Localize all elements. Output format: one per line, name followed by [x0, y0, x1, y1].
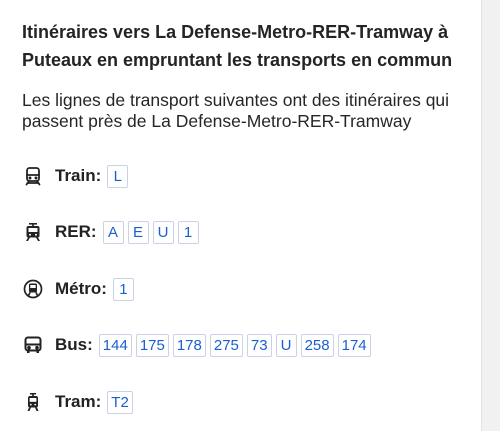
description-text: Les lignes de transport suivantes ont de… [22, 90, 450, 131]
line-badge[interactable]: A [102, 220, 124, 244]
page-title: Itinéraires vers La Defense-Metro-RER-Tr… [22, 22, 453, 70]
scrollbar[interactable] [481, 0, 500, 431]
line-badge[interactable]: 174 [337, 333, 371, 357]
train-icon [22, 165, 44, 187]
line-badge[interactable]: 258 [300, 333, 334, 357]
mode-row-metro: Métro: 1 [22, 277, 138, 301]
line-badge[interactable]: U [152, 220, 174, 244]
line-badge[interactable]: 1 [112, 277, 134, 301]
mode-row-bus: Bus: 144 175 178 275 73 U 258 174 [22, 333, 375, 357]
line-badge[interactable]: L [107, 164, 129, 188]
line-badge[interactable]: 178 [172, 333, 206, 357]
line-badge[interactable]: E [127, 220, 149, 244]
line-badge[interactable]: 144 [98, 333, 132, 357]
line-badge[interactable]: U [275, 333, 297, 357]
mode-label: Bus: [55, 335, 93, 354]
mode-row-tram: Tram: T2 [22, 390, 137, 414]
line-badge[interactable]: T2 [107, 390, 133, 414]
mode-label: RER: [55, 222, 97, 241]
mode-label: Métro: [55, 279, 107, 298]
bus-icon [22, 334, 44, 356]
metro-icon [22, 278, 44, 300]
tram-icon [22, 391, 44, 413]
line-badge[interactable]: 275 [209, 333, 243, 357]
mode-label: Train: [55, 166, 102, 185]
line-badge[interactable]: 175 [135, 333, 169, 357]
line-badge[interactable]: 1 [177, 220, 199, 244]
mode-row-rer: RER: A E U 1 [22, 220, 203, 244]
mode-label: Tram: [55, 392, 102, 411]
rer-icon [22, 221, 44, 243]
line-badge[interactable]: 73 [246, 333, 272, 357]
mode-row-train: Train: L [22, 164, 132, 188]
transit-lines-panel: Itinéraires vers La Defense-Metro-RER-Tr… [0, 0, 482, 431]
